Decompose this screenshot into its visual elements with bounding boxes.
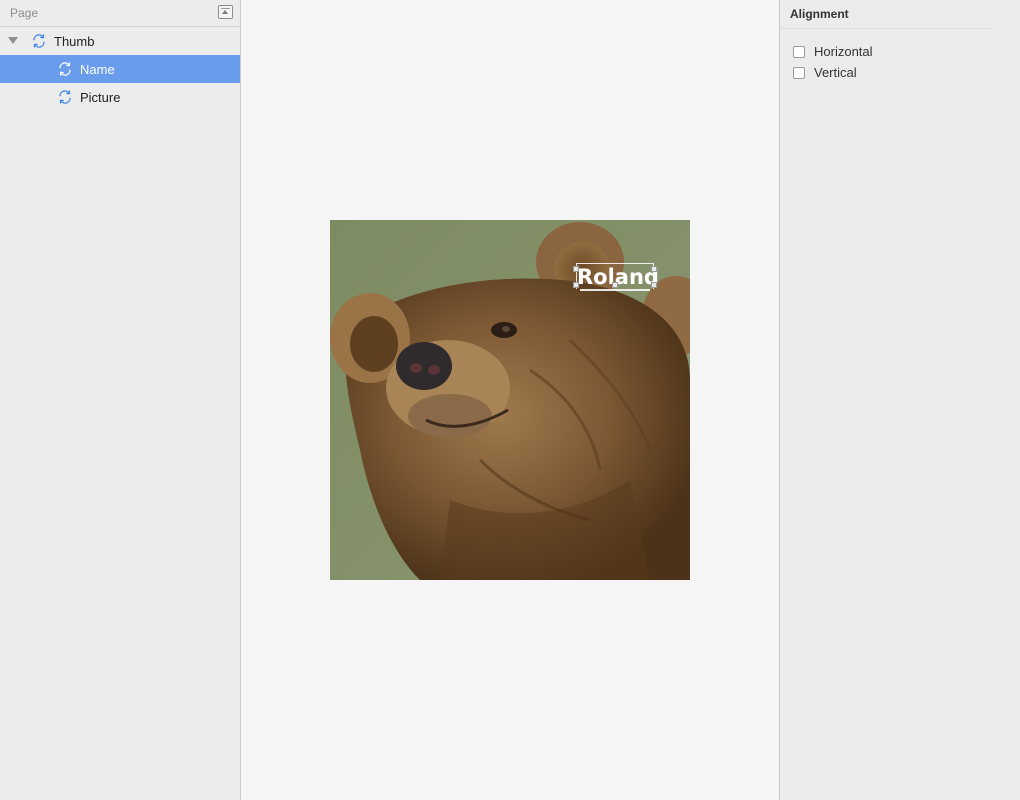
layer-label-name: Name [80, 61, 115, 77]
symbol-icon [59, 62, 71, 76]
alignment-section-title: Alignment [780, 0, 990, 29]
canvas[interactable]: Roland [241, 0, 779, 800]
resize-handle-top-right[interactable] [651, 266, 657, 272]
collapse-icon[interactable] [218, 5, 233, 19]
page-title: Page [10, 6, 39, 20]
horizontal-checkbox[interactable] [793, 45, 805, 58]
horizontal-option[interactable]: Horizontal [793, 44, 873, 59]
layer-row-picture[interactable]: Picture [0, 83, 240, 111]
resize-handle-bottom-right[interactable] [651, 282, 657, 288]
layer-label-thumb: Thumb [54, 33, 95, 49]
layer-row-name[interactable]: Name [0, 55, 240, 83]
resize-handle-top-left[interactable] [573, 266, 579, 272]
disclosure-triangle-icon[interactable] [8, 37, 18, 44]
layer-label-picture: Picture [80, 89, 121, 105]
artboard-thumb[interactable]: Roland [330, 220, 690, 580]
inspector-panel: Alignment Horizontal Vertical [779, 0, 1020, 800]
layers-panel: Page Thumb Name Picture [0, 0, 241, 800]
vertical-checkbox[interactable] [793, 66, 805, 79]
symbol-icon [59, 90, 71, 104]
layers-panel-header: Page [0, 0, 240, 27]
vertical-label: Vertical [814, 65, 857, 80]
vertical-option[interactable]: Vertical [793, 65, 857, 80]
resize-handle-bottom-center[interactable] [612, 282, 618, 288]
resize-handle-bottom-left[interactable] [573, 282, 579, 288]
layer-row-thumb[interactable]: Thumb [0, 27, 240, 55]
symbol-icon [33, 34, 45, 48]
horizontal-label: Horizontal [814, 44, 873, 59]
